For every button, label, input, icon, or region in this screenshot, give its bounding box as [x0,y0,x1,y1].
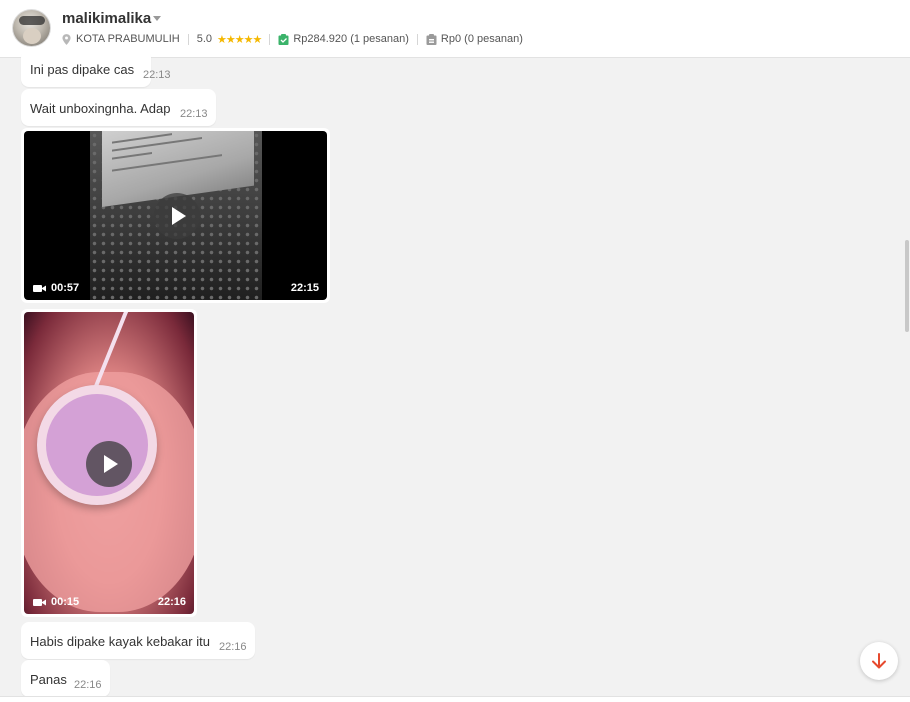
message-time: 22:16 [219,641,247,653]
video-camera-icon [33,284,46,292]
divider [416,33,418,45]
shopping-bag-check-icon [278,33,289,45]
video-duration: 00:57 [33,282,79,294]
message-text: Ini pas dipake cas [30,62,135,77]
location-pin-icon [62,33,71,45]
message-bubble[interactable]: Wait unboxingnha. Adap 22:13 [21,89,216,126]
message-text: Habis dipake kayak kebakar itu [30,634,210,649]
video-thumbnail[interactable]: 00:57 22:15 [24,131,327,300]
avatar-hat [19,16,45,25]
video-message[interactable]: 00:15 22:16 [21,309,197,617]
shopping-bag-pending-icon [426,33,437,45]
location-text: KOTA PRABUMULIH [76,33,180,45]
video-thumbnail[interactable]: 00:15 22:16 [24,312,194,614]
message-bubble[interactable]: Panas 22:16 [21,660,110,697]
video-time: 22:16 [157,596,186,608]
rating-value: 5.0 [196,33,213,45]
video-duration: 00:15 [33,596,79,608]
video-message[interactable]: 00:57 22:15 [21,128,330,303]
avatar[interactable] [12,9,51,47]
play-icon[interactable] [86,441,132,487]
message-time: 22:13 [143,69,171,81]
pending-orders: Rp0 (0 pesanan) [440,33,523,45]
divider [187,33,189,45]
input-bar-edge [0,696,910,702]
message-text: Wait unboxingnha. Adap [30,101,171,116]
username[interactable]: malikimalika [62,10,151,27]
divider [269,33,271,45]
chevron-down-icon[interactable] [153,16,161,21]
message-text: Panas [30,672,67,687]
arrow-down-icon [872,653,886,669]
video-time: 22:15 [290,282,319,294]
video-duration-text: 00:57 [51,282,80,294]
video-duration-text: 00:15 [51,596,80,608]
message-time: 22:13 [180,108,208,120]
message-bubble[interactable]: Habis dipake kayak kebakar itu 22:16 [21,622,255,659]
avatar-face [23,28,41,44]
message-time: 22:16 [74,679,102,691]
rating-stars-icon: ★★★★★ [217,33,262,46]
message-bubble[interactable]: Ini pas dipake cas 22:13 [21,50,171,87]
scroll-to-bottom-button[interactable] [860,642,898,680]
buyer-meta: KOTA PRABUMULIH 5.0 ★★★★★ Rp284.920 (1 p… [62,32,523,46]
completed-orders: Rp284.920 (1 pesanan) [293,33,409,45]
video-camera-icon [33,598,46,606]
scrollbar[interactable] [905,240,909,332]
play-icon[interactable] [154,193,200,239]
